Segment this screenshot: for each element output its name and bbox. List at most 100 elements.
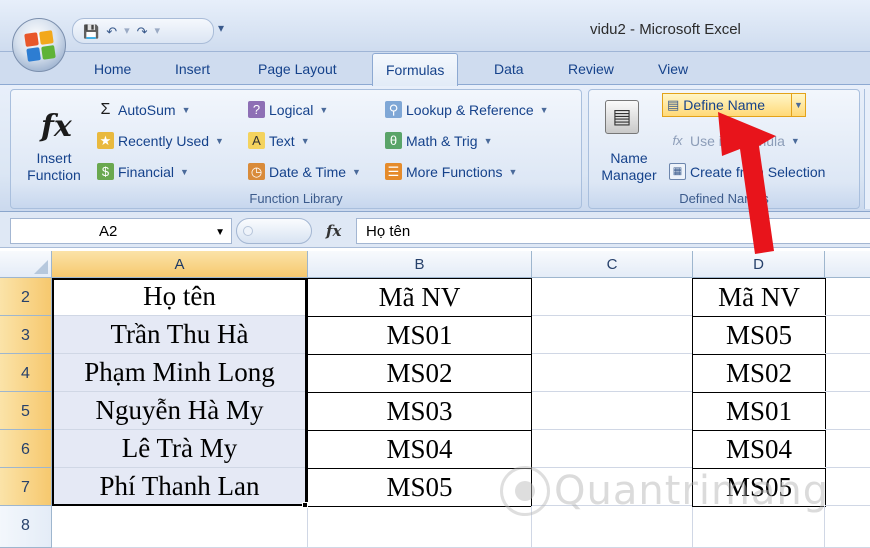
office-logo-icon <box>24 30 56 62</box>
define-name-button[interactable]: ▤ Define Name ▼ <box>662 93 806 117</box>
defined-names-label: Defined Names <box>679 191 769 206</box>
cell-b8[interactable] <box>308 506 532 548</box>
undo-dropdown-icon[interactable]: ▾ <box>124 25 130 37</box>
define-name-dropdown-icon[interactable]: ▼ <box>791 94 805 116</box>
book-question-icon: ? <box>248 101 265 118</box>
books-icon: ☰ <box>385 163 402 180</box>
cell-c4[interactable] <box>532 354 693 392</box>
column-header-c[interactable]: C <box>532 251 693 278</box>
column-header-a[interactable]: A <box>52 251 308 278</box>
cell-d5[interactable]: MS01 <box>692 392 826 431</box>
cell-c2[interactable] <box>532 278 693 316</box>
cell-a5[interactable]: Nguyễn Hà My <box>52 392 308 430</box>
tab-review[interactable]: Review <box>568 61 614 77</box>
autosum-button[interactable]: Σ AutoSum ▼ <box>97 101 191 118</box>
ribbon-tabs: Home Insert Page Layout Formulas Data Re… <box>0 52 870 86</box>
row-header[interactable]: 2 <box>0 278 52 316</box>
create-from-selection-button[interactable]: ▦ Create from Selection <box>669 163 825 180</box>
tab-data[interactable]: Data <box>494 61 524 77</box>
window-title: vidu2 - Microsoft Excel <box>590 21 741 38</box>
cell-b2[interactable]: Mã NV <box>307 278 532 317</box>
name-box[interactable]: A2 ▼ <box>10 218 232 244</box>
cell-b7[interactable]: MS05 <box>307 468 532 507</box>
cell-a3[interactable]: Trần Thu Hà <box>52 316 308 354</box>
row-header[interactable]: 3 <box>0 316 52 354</box>
tab-view[interactable]: View <box>658 61 688 77</box>
more-functions-button[interactable]: ☰ More Functions ▼ <box>385 163 517 180</box>
book-theta-icon: θ <box>385 132 402 149</box>
row-header[interactable]: 5 <box>0 392 52 430</box>
cell-e2[interactable] <box>825 278 870 316</box>
name-manager-icon[interactable]: ▤ <box>605 100 639 134</box>
function-library-label: Function Library <box>249 191 343 206</box>
name-tag-icon: ▤ <box>667 97 680 112</box>
customize-toolbar-icon[interactable]: ▾ <box>218 21 224 35</box>
cell-c8[interactable] <box>532 506 693 548</box>
select-all-button[interactable] <box>0 251 52 278</box>
cell-b5[interactable]: MS03 <box>307 392 532 431</box>
cell-c7[interactable] <box>532 468 693 506</box>
book-clock-icon: ◷ <box>248 163 265 180</box>
book-text-icon: A <box>248 132 265 149</box>
tab-formulas[interactable]: Formulas <box>372 53 459 86</box>
formula-input[interactable]: Họ tên <box>356 218 870 244</box>
save-icon[interactable]: 💾 <box>83 25 99 38</box>
tab-page-layout[interactable]: Page Layout <box>258 61 337 77</box>
cell-a7[interactable]: Phí Thanh Lan <box>52 468 308 506</box>
financial-button[interactable]: $ Financial ▼ <box>97 163 189 180</box>
row-header[interactable]: 7 <box>0 468 52 506</box>
cell-c3[interactable] <box>532 316 693 354</box>
cell-d8[interactable] <box>693 506 825 548</box>
cell-e8[interactable] <box>825 506 870 548</box>
column-header-e[interactable] <box>825 251 870 278</box>
cell-e7[interactable] <box>825 468 870 506</box>
row-header[interactable]: 8 <box>0 506 52 548</box>
redo-dropdown-icon[interactable]: ▾ <box>155 25 161 37</box>
cell-e4[interactable] <box>825 354 870 392</box>
cell-b6[interactable]: MS04 <box>307 430 532 469</box>
cell-c6[interactable] <box>532 430 693 468</box>
cell-a6[interactable]: Lê Trà My <box>52 430 308 468</box>
date-time-button[interactable]: ◷ Date & Time ▼ <box>248 163 361 180</box>
quick-access-toolbar: 💾 ↶ ▾ ↷ ▾ <box>72 18 214 44</box>
undo-icon[interactable]: ↶ <box>106 25 117 38</box>
office-button[interactable] <box>12 18 66 72</box>
name-manager-button[interactable]: Name Manager <box>593 150 665 184</box>
redo-icon[interactable]: ↷ <box>137 25 148 38</box>
cell-e5[interactable] <box>825 392 870 430</box>
fill-handle[interactable] <box>302 502 308 508</box>
cell-c5[interactable] <box>532 392 693 430</box>
column-header-b[interactable]: B <box>308 251 532 278</box>
cell-e6[interactable] <box>825 430 870 468</box>
formula-bar-splitter[interactable] <box>236 218 312 244</box>
cell-a4[interactable]: Phạm Minh Long <box>52 354 308 392</box>
name-box-dropdown-icon[interactable]: ▼ <box>215 227 225 238</box>
insert-function-fx-icon[interactable]: fx <box>326 222 341 240</box>
cell-a2[interactable]: Họ tên <box>52 278 308 316</box>
logical-button[interactable]: ? Logical ▼ <box>248 101 328 118</box>
cell-b3[interactable]: MS01 <box>307 316 532 355</box>
row-header[interactable]: 6 <box>0 430 52 468</box>
cell-a8[interactable] <box>52 506 308 548</box>
cell-d7[interactable]: MS05 <box>692 468 826 507</box>
ribbon-right-edge <box>864 89 870 209</box>
ribbon: fx Insert Function Σ AutoSum ▼ ★ Recently… <box>0 84 870 212</box>
insert-function-icon[interactable]: fx <box>41 109 72 144</box>
cell-d6[interactable]: MS04 <box>692 430 826 469</box>
text-button[interactable]: A Text ▼ <box>248 132 310 149</box>
math-trig-button[interactable]: θ Math & Trig ▼ <box>385 132 493 149</box>
recently-used-button[interactable]: ★ Recently Used ▼ <box>97 132 224 149</box>
tab-insert[interactable]: Insert <box>175 61 210 77</box>
column-header-d[interactable]: D <box>693 251 825 278</box>
tab-home[interactable]: Home <box>94 61 131 77</box>
lookup-reference-button[interactable]: ⚲ Lookup & Reference ▼ <box>385 101 549 118</box>
row-header[interactable]: 4 <box>0 354 52 392</box>
cell-d4[interactable]: MS02 <box>692 354 826 393</box>
fx-tag-icon: fx <box>672 133 683 148</box>
use-in-formula-button[interactable]: fx Use in Formula ▼ <box>669 132 799 149</box>
cell-d3[interactable]: MS05 <box>692 316 826 355</box>
cell-b4[interactable]: MS02 <box>307 354 532 393</box>
insert-function-button[interactable]: Insert Function <box>19 150 89 184</box>
cell-e3[interactable] <box>825 316 870 354</box>
cell-d2[interactable]: Mã NV <box>692 278 826 317</box>
